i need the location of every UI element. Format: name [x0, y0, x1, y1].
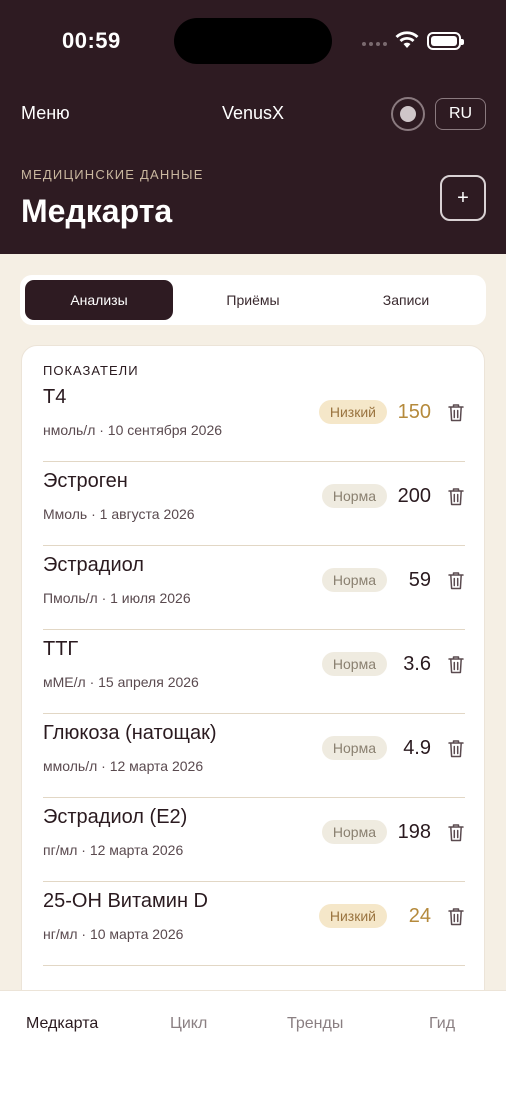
indicator-value: 150 — [397, 400, 431, 423]
indicator-meta: Ммоль · 1 августа 2026 — [43, 506, 195, 522]
status-time: 00:59 — [62, 28, 121, 53]
indicator-name: 25-OH Витамин D — [43, 890, 208, 912]
indicator-meta: нг/мл · 10 марта 2026 — [43, 926, 184, 942]
list-item[interactable]: Глюкоза (натощак) ммоль/л · 12 марта 202… — [43, 714, 465, 798]
trash-icon[interactable] — [447, 402, 465, 422]
status-badge: Норма — [321, 736, 387, 760]
list-item[interactable]: Эстрадиол Пмоль/л · 1 июля 2026 Норма 59 — [43, 546, 465, 630]
status-badge: Норма — [321, 484, 387, 508]
nav-guide[interactable]: Гид — [429, 1015, 455, 1033]
battery-icon — [427, 32, 464, 50]
indicator-meta: нмоль/л · 10 сентября 2026 — [43, 422, 223, 438]
trash-icon[interactable] — [447, 570, 465, 590]
wifi-icon — [395, 30, 419, 50]
list-item[interactable]: 25-OH Витамин D нг/мл · 10 марта 2026 Ни… — [43, 882, 465, 966]
indicator-meta: ммоль/л · 12 марта 2026 — [43, 758, 204, 774]
trash-icon[interactable] — [447, 822, 465, 842]
list-item[interactable]: ТТГ мМЕ/л · 15 апреля 2026 Норма 3.6 — [43, 630, 465, 714]
indicator-value: 24 — [408, 904, 431, 927]
card-label: ПОКАЗАТЕЛИ — [43, 363, 139, 378]
section-label: МЕДИЦИНСКИЕ ДАННЫЕ — [21, 167, 204, 182]
theme-toggle-button[interactable] — [391, 97, 425, 131]
tab-analyses[interactable]: Анализы — [25, 280, 173, 320]
indicator-name: Глюкоза (натощак) — [43, 722, 217, 744]
indicator-name: Эстроген — [43, 470, 128, 492]
indicator-meta: мМЕ/л · 15 апреля 2026 — [43, 674, 199, 690]
trash-icon[interactable] — [447, 486, 465, 506]
nav-medcard[interactable]: Медкарта — [26, 1015, 98, 1033]
language-button[interactable]: RU — [435, 98, 486, 130]
page-title: Медкарта — [21, 193, 173, 229]
list-item[interactable]: T4 нмоль/л · 10 сентября 2026 Низкий 150 — [43, 378, 465, 462]
indicator-value: 59 — [408, 568, 431, 591]
indicator-value: 3.6 — [403, 652, 431, 675]
indicator-meta: пг/мл · 12 марта 2026 — [43, 842, 184, 858]
tab-bar: Анализы Приёмы Записи — [20, 275, 486, 325]
indicator-name: Эстрадиол (E2) — [43, 806, 188, 828]
list-item[interactable]: Эстроген Ммоль · 1 августа 2026 Норма 20… — [43, 462, 465, 546]
indicator-name: T4 — [43, 386, 67, 408]
indicator-value: 198 — [397, 820, 431, 843]
add-button[interactable]: + — [440, 175, 486, 221]
indicator-name: ТТГ — [43, 638, 79, 660]
status-badge: Норма — [321, 652, 387, 676]
toggle-dot-icon — [400, 106, 416, 122]
trash-icon[interactable] — [447, 738, 465, 758]
list-item[interactable]: Эстрадиол (E2) пг/мл · 12 марта 2026 Нор… — [43, 798, 465, 882]
status-badge: Низкий — [318, 904, 387, 928]
signal-icon — [362, 42, 387, 46]
trash-icon[interactable] — [447, 906, 465, 926]
tab-appointments[interactable]: Приёмы — [179, 280, 327, 320]
nav-cycle[interactable]: Цикл — [170, 1015, 207, 1033]
app-title: VenusX — [221, 103, 285, 123]
menu-button[interactable]: Меню — [21, 103, 70, 124]
status-badge: Норма — [321, 820, 387, 844]
tab-notes[interactable]: Записи — [332, 280, 480, 320]
nav-trends[interactable]: Тренды — [287, 1015, 343, 1033]
indicators-card: ПОКАЗАТЕЛИ T4 нмоль/л · 10 сентября 2026… — [21, 345, 485, 1045]
header: 00:59 Меню VenusX RU МЕДИЦИНСКИЕ ДАННЫЕ … — [0, 0, 506, 254]
status-badge: Норма — [321, 568, 387, 592]
indicator-name: Эстрадиол — [43, 554, 144, 576]
indicator-meta: Пмоль/л · 1 июля 2026 — [43, 590, 191, 606]
dynamic-island — [174, 18, 332, 64]
indicator-value: 200 — [397, 484, 431, 507]
indicator-value: 4.9 — [403, 736, 431, 759]
trash-icon[interactable] — [447, 654, 465, 674]
status-badge: Низкий — [318, 400, 387, 424]
bottom-nav: Медкарта Цикл Тренды Гид — [0, 990, 506, 1100]
